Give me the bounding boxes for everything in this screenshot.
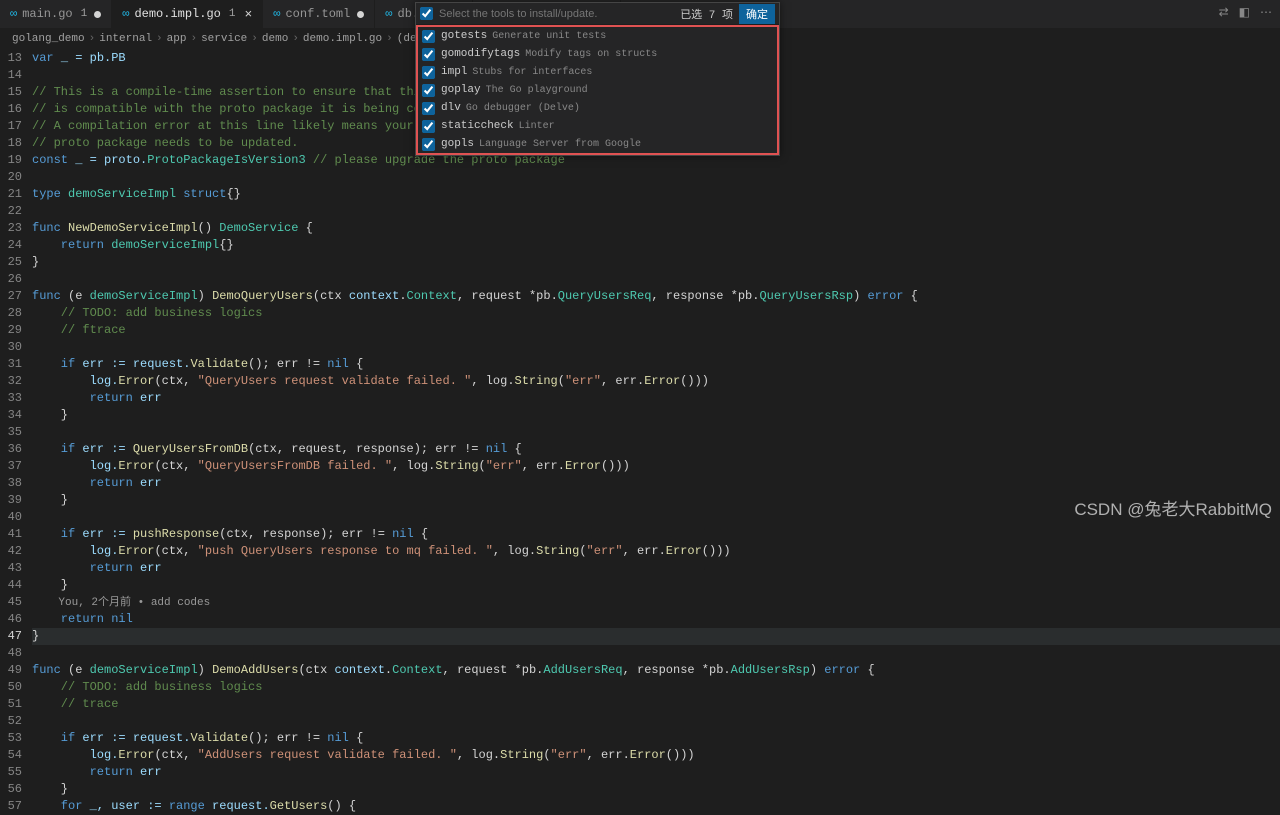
- go-icon: ∞: [122, 7, 129, 21]
- picker-item-gomodifytags[interactable]: gomodifytags Modify tags on structs: [418, 45, 777, 63]
- modified-dot-icon: [94, 11, 101, 18]
- split-icon[interactable]: ◧: [1239, 5, 1250, 20]
- tab-label: demo.impl.go: [134, 7, 220, 21]
- code-line[interactable]: if err := pushResponse(ctx, response); e…: [32, 526, 1280, 543]
- item-name: staticcheck: [441, 120, 514, 132]
- code-line[interactable]: [32, 203, 1280, 220]
- code-line[interactable]: }: [32, 628, 1280, 645]
- code-line[interactable]: return err: [32, 764, 1280, 781]
- code-line[interactable]: func (e demoServiceImpl) DemoAddUsers(ct…: [32, 662, 1280, 679]
- code-line[interactable]: return err: [32, 560, 1280, 577]
- go-icon: ∞: [273, 7, 280, 21]
- item-name: gotests: [441, 30, 487, 42]
- picker-item-goplay[interactable]: goplay The Go playground: [418, 81, 777, 99]
- code-line[interactable]: You, 2个月前 • add codes: [32, 594, 1280, 611]
- code-line[interactable]: log.Error(ctx, "AddUsers request validat…: [32, 747, 1280, 764]
- item-checkbox[interactable]: [422, 102, 435, 115]
- go-icon: ∞: [385, 7, 392, 21]
- item-desc: Stubs for interfaces: [472, 67, 592, 78]
- tab-badge: 1: [229, 8, 236, 20]
- code-line[interactable]: // TODO: add business logics: [32, 305, 1280, 322]
- select-all-checkbox[interactable]: [420, 7, 433, 20]
- code-line[interactable]: [32, 271, 1280, 288]
- more-icon[interactable]: ⋯: [1260, 5, 1272, 20]
- item-checkbox[interactable]: [422, 84, 435, 97]
- code-line[interactable]: return err: [32, 390, 1280, 407]
- code-line[interactable]: for _, user := range request.GetUsers() …: [32, 798, 1280, 815]
- picker-input[interactable]: [439, 8, 676, 20]
- close-icon[interactable]: ×: [244, 7, 252, 22]
- picker-list: gotests Generate unit tests gomodifytags Mo…: [416, 25, 779, 155]
- tool-picker: 已选 7 项 确定 gotests Generate unit tests gomo…: [415, 2, 780, 156]
- item-name: gopls: [441, 138, 474, 150]
- compare-icon[interactable]: ⇄: [1219, 5, 1229, 20]
- line-gutter: 1314151617181920212223242526272829303132…: [0, 50, 32, 526]
- picker-item-staticcheck[interactable]: staticcheck Linter: [418, 117, 777, 135]
- item-desc: Generate unit tests: [492, 31, 606, 42]
- code-line[interactable]: // ftrace: [32, 322, 1280, 339]
- item-name: gomodifytags: [441, 48, 520, 60]
- item-desc: Modify tags on structs: [525, 49, 657, 60]
- code-line[interactable]: }: [32, 407, 1280, 424]
- ok-button[interactable]: 确定: [739, 4, 775, 24]
- modified-dot-icon: [357, 11, 364, 18]
- tab-main-go[interactable]: ∞ main.go 1: [0, 0, 112, 28]
- code-line[interactable]: return err: [32, 475, 1280, 492]
- item-checkbox[interactable]: [422, 138, 435, 151]
- item-name: impl: [441, 66, 467, 78]
- tab-demo-impl-go[interactable]: ∞ demo.impl.go 1 ×: [112, 0, 263, 28]
- item-desc: Language Server from Google: [479, 139, 641, 150]
- go-icon: ∞: [10, 7, 17, 21]
- code-line[interactable]: type demoServiceImpl struct{}: [32, 186, 1280, 203]
- code-line[interactable]: if err := QueryUsersFromDB(ctx, request,…: [32, 441, 1280, 458]
- code-line[interactable]: return demoServiceImpl{}: [32, 237, 1280, 254]
- item-name: dlv: [441, 102, 461, 114]
- code-line[interactable]: }: [32, 781, 1280, 798]
- tab-label: main.go: [22, 7, 72, 21]
- breadcrumb-item[interactable]: internal: [99, 33, 152, 45]
- titlebar-actions: ⇄ ◧ ⋯: [1219, 5, 1272, 20]
- picker-item-impl[interactable]: impl Stubs for interfaces: [418, 63, 777, 81]
- picker-item-dlv[interactable]: dlv Go debugger (Delve): [418, 99, 777, 117]
- code-line[interactable]: if err := request.Validate(); err != nil…: [32, 356, 1280, 373]
- code-line[interactable]: [32, 339, 1280, 356]
- breadcrumb-item[interactable]: demo.impl.go: [303, 33, 382, 45]
- code-line[interactable]: [32, 169, 1280, 186]
- code-line[interactable]: func NewDemoServiceImpl() DemoService {: [32, 220, 1280, 237]
- breadcrumb-item[interactable]: demo: [262, 33, 288, 45]
- code-line[interactable]: return nil: [32, 611, 1280, 628]
- code-line[interactable]: if err := request.Validate(); err != nil…: [32, 730, 1280, 747]
- code-line[interactable]: log.Error(ctx, "QueryUsers request valid…: [32, 373, 1280, 390]
- item-checkbox[interactable]: [422, 120, 435, 133]
- item-desc: Go debugger (Delve): [466, 103, 580, 114]
- tab-conf-toml[interactable]: ∞ conf.toml: [263, 0, 375, 28]
- code-line[interactable]: [32, 713, 1280, 730]
- item-name: goplay: [441, 84, 481, 96]
- code-line[interactable]: log.Error(ctx, "QueryUsersFromDB failed.…: [32, 458, 1280, 475]
- item-checkbox[interactable]: [422, 66, 435, 79]
- code-line[interactable]: // TODO: add business logics: [32, 679, 1280, 696]
- code-line[interactable]: }: [32, 577, 1280, 594]
- code-line[interactable]: func (e demoServiceImpl) DemoQueryUsers(…: [32, 288, 1280, 305]
- picker-item-gopls[interactable]: gopls Language Server from Google: [418, 135, 777, 153]
- code-line[interactable]: [32, 424, 1280, 441]
- tab-label: conf.toml: [285, 7, 350, 21]
- tab-badge: 1: [81, 8, 88, 20]
- code-line[interactable]: [32, 645, 1280, 662]
- breadcrumb-item[interactable]: service: [201, 33, 247, 45]
- selected-count: 已选 7 项: [680, 6, 733, 22]
- item-desc: The Go playground: [486, 85, 588, 96]
- picker-item-gotests[interactable]: gotests Generate unit tests: [418, 27, 777, 45]
- code-line[interactable]: log.Error(ctx, "push QueryUsers response…: [32, 543, 1280, 560]
- item-desc: Linter: [519, 121, 555, 132]
- code-line[interactable]: // trace: [32, 696, 1280, 713]
- item-checkbox[interactable]: [422, 48, 435, 61]
- breadcrumb-item[interactable]: golang_demo: [12, 33, 85, 45]
- item-checkbox[interactable]: [422, 30, 435, 43]
- code-line[interactable]: }: [32, 254, 1280, 271]
- watermark: CSDN @兔老大RabbitMQ: [1074, 495, 1272, 520]
- breadcrumb-item[interactable]: app: [167, 33, 187, 45]
